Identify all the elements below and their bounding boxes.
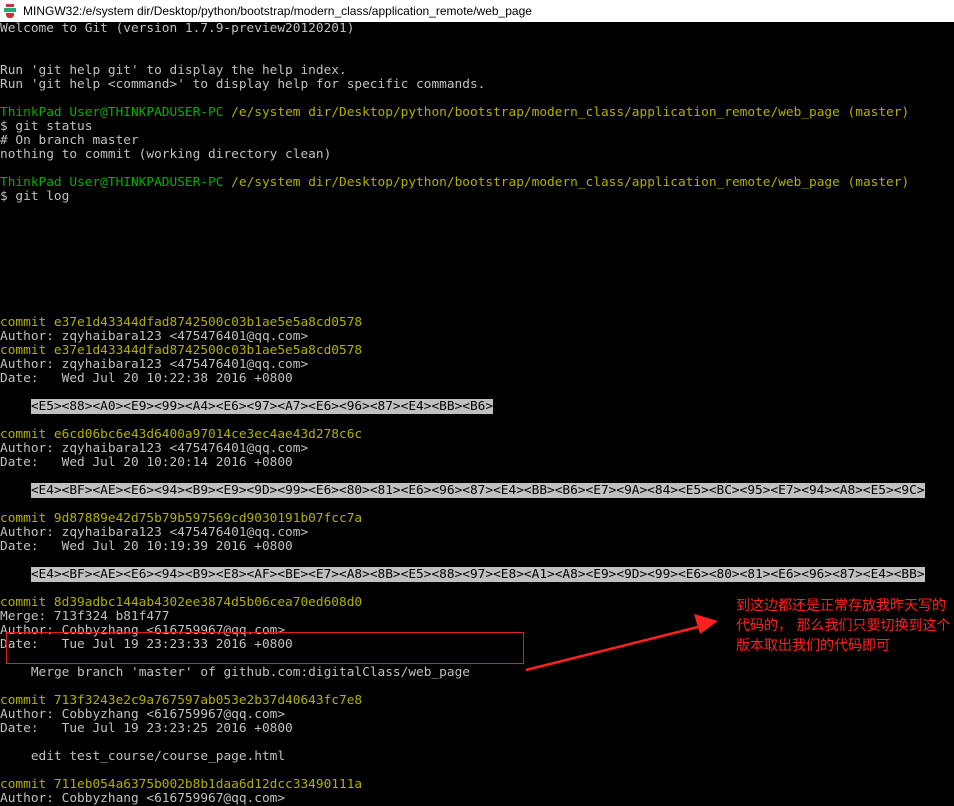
annotation-arrow-icon: [525, 614, 718, 672]
annotation-note: 到这边都还是正常存放我昨天写的代码的， 那么我们只要切换到这个版本取出我们的代码…: [736, 598, 951, 654]
